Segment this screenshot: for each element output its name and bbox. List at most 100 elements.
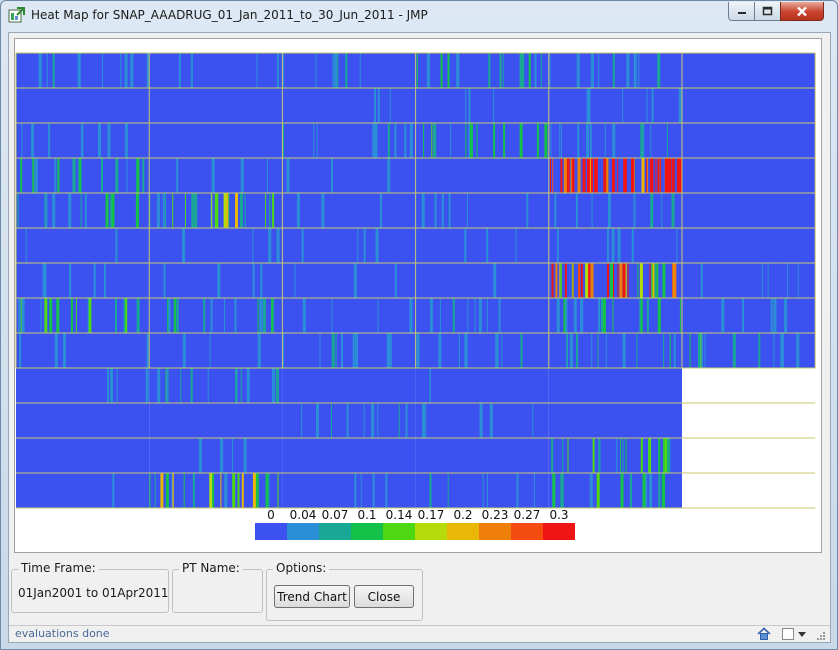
heatmap-stripe — [423, 123, 425, 158]
heatmap-stripe — [684, 193, 687, 228]
heatmap-stripe — [57, 158, 60, 193]
title-bar[interactable]: Heat Map for SNAP_AAADRUG_01_Jan_2011_to… — [1, 1, 837, 31]
heatmap-cell — [16, 263, 150, 298]
heatmap-stripe — [269, 193, 271, 228]
heatmap-stripe — [102, 53, 103, 88]
heatmap-stripe — [300, 368, 304, 403]
heatmap-stripe — [135, 193, 139, 228]
heatmap-stripe — [486, 298, 488, 333]
heatmap-stripe — [633, 53, 637, 88]
heatmap-stripe — [603, 298, 606, 333]
heatmap-stripe — [596, 473, 600, 508]
heatmap-cell — [282, 403, 416, 438]
heatmap-stripe — [580, 263, 583, 298]
heatmap-stripe — [165, 473, 169, 508]
status-checkbox[interactable] — [782, 628, 794, 640]
heatmap-stripe — [440, 53, 443, 88]
heatmap-stripe — [332, 53, 335, 88]
heatmap-cell — [548, 53, 682, 88]
heatmap-stripe — [609, 403, 612, 438]
heatmap-stripe — [93, 263, 96, 298]
heatmap-stripe — [472, 368, 475, 403]
heatmap-stripe — [551, 438, 554, 473]
heatmap-stripe — [262, 298, 266, 333]
close-window-button[interactable] — [780, 2, 824, 21]
heatmap-stripe — [616, 438, 618, 473]
heatmap-stripe — [784, 123, 787, 158]
heatmap-stripe — [265, 473, 268, 508]
heatmap-stripe — [676, 228, 678, 263]
heatmap-cell-empty — [682, 438, 816, 473]
heatmap-stripe — [161, 333, 164, 368]
heatmap-stripe — [724, 88, 728, 123]
heatmap-stripe — [607, 263, 609, 298]
heatmap-stripe — [211, 193, 213, 228]
heatmap-stripe — [185, 193, 186, 228]
heatmap-stripe — [124, 123, 128, 158]
heatmap-stripe — [198, 438, 202, 473]
heatmap-stripe — [657, 298, 661, 333]
heatmap-stripe — [243, 403, 247, 438]
heatmap-stripe — [240, 368, 242, 403]
heatmap-stripe — [612, 298, 614, 333]
heatmap-cell — [682, 88, 816, 123]
client-area: 0 0.04 0.07 0.1 0.14 0.17 0.2 0.23 0.27 0.3 Time … — [8, 32, 831, 643]
heatmap-stripe — [374, 88, 376, 123]
heatmap-stripe — [72, 158, 76, 193]
heatmap-stripe — [559, 123, 561, 158]
heatmap-cell — [282, 473, 416, 508]
heatmap-stripe — [690, 123, 692, 158]
heatmap-stripe — [464, 228, 467, 263]
heatmap-stripe — [478, 368, 482, 403]
heatmap-stripe — [260, 263, 263, 298]
heatmap-stripe — [632, 158, 635, 193]
heatmap-stripe — [17, 193, 19, 228]
maximize-button[interactable] — [754, 2, 781, 21]
heatmap-stripe — [796, 333, 800, 368]
heatmap-stripe — [277, 473, 279, 508]
trend-chart-button[interactable]: Trend Chart — [274, 585, 350, 608]
minimize-button[interactable] — [728, 2, 755, 21]
heatmap-stripe — [554, 193, 557, 228]
heatmap-stripe — [361, 158, 363, 193]
heatmap-stripe — [216, 333, 219, 368]
heatmap-stripe — [386, 333, 390, 368]
heatmap-stripe — [767, 263, 769, 298]
heatmap-stripe — [419, 158, 421, 193]
heatmap-stripe — [283, 333, 284, 368]
heatmap-stripe — [125, 298, 128, 333]
heatmap-stripe — [87, 298, 89, 333]
chevron-down-icon[interactable] — [798, 632, 806, 637]
minimize-icon — [737, 12, 746, 14]
legend-label: 0.3 — [549, 508, 568, 522]
close-button[interactable]: Close — [354, 585, 414, 608]
heatmap-stripe — [48, 123, 51, 158]
heatmap-stripe — [276, 403, 279, 438]
heatmap-stripe — [377, 298, 379, 333]
heatmap-stripe — [664, 438, 668, 473]
heatmap-stripe — [96, 228, 99, 263]
heatmap-stripe — [700, 263, 703, 298]
heatmap-stripe — [564, 263, 567, 298]
heatmap-stripe — [276, 228, 280, 263]
home-icon[interactable] — [757, 627, 771, 641]
heatmap-stripe — [550, 158, 551, 193]
heatmap-stripe — [363, 228, 366, 263]
heatmap-stripe — [191, 193, 195, 228]
time-frame-group: Time Frame: 01Jan2001 to 01Apr2011 — [11, 561, 169, 613]
heatmap-stripe — [75, 298, 77, 333]
heatmap-stripe — [363, 403, 365, 438]
heatmap-stripe — [136, 158, 140, 193]
heatmap-stripe — [560, 473, 564, 508]
resize-grip-icon[interactable] — [815, 630, 825, 640]
heatmap-stripe — [165, 193, 167, 228]
heatmap-stripe — [272, 368, 275, 403]
heatmap-stripe — [79, 158, 82, 193]
heatmap-stripe — [633, 193, 635, 228]
heatmap-stripe — [389, 438, 391, 473]
heatmap-stripe — [657, 53, 661, 88]
heatmap-stripe — [252, 473, 256, 508]
heatmap-stripe — [666, 123, 668, 158]
heatmap-stripe — [301, 228, 304, 263]
heatmap-stripe — [790, 298, 793, 333]
